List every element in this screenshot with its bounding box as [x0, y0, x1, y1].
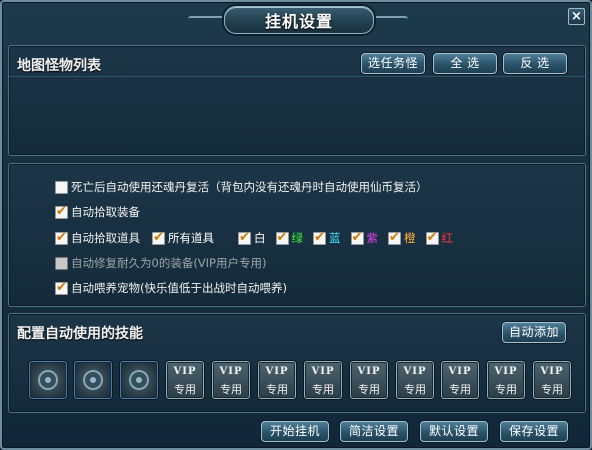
save-settings-button[interactable]: 保存设置	[500, 421, 568, 442]
close-icon: ×	[571, 9, 582, 24]
default-settings-button[interactable]: 默认设置	[420, 421, 488, 442]
pickup-equipment-checkbox[interactable]	[55, 204, 68, 219]
empty-slot-icon	[83, 370, 103, 390]
vip-slot-8: VIP 专用	[487, 361, 525, 399]
empty-slot-icon	[129, 370, 149, 390]
quality-white[interactable]: 白	[238, 230, 266, 246]
vip-slot-6: VIP 专用	[396, 361, 434, 399]
green-checkbox[interactable]	[275, 230, 289, 245]
vip-only-text: 专用	[266, 383, 288, 396]
vip-only-text: 专用	[449, 383, 471, 396]
option-row-auto-repair: 自动修复耐久为0的装备(VIP用户专用)	[55, 255, 266, 271]
title-ornament-right	[368, 16, 408, 22]
afk-settings-window: 挂机设置 × 地图怪物列表 选任务怪 全 选 反 选 死亡后自动使用还魂丹复活（…	[0, 0, 592, 450]
option-row-feed-pet[interactable]: 自动喂养宠物(快乐值低于出战时自动喂养)	[55, 280, 287, 296]
purple-checkbox[interactable]	[350, 230, 364, 245]
invert-selection-button[interactable]: 反 选	[503, 53, 567, 74]
skill-slot-3[interactable]	[120, 361, 158, 399]
start-afk-button[interactable]: 开始挂机	[261, 421, 329, 442]
vip-slot-7: VIP 专用	[441, 361, 479, 399]
all-items-label: 所有道具	[168, 231, 214, 245]
vip-only-text: 专用	[174, 383, 196, 396]
close-button[interactable]: ×	[568, 8, 585, 25]
vip-only-text: 专用	[312, 383, 334, 396]
blue-checkbox[interactable]	[313, 230, 326, 245]
simple-settings-button[interactable]: 简洁设置	[340, 421, 408, 442]
orange-checkbox[interactable]	[388, 230, 401, 245]
vip-text: VIP	[173, 366, 197, 377]
feed-pet-checkbox[interactable]	[55, 280, 68, 295]
white-label: 白	[254, 231, 266, 245]
window-title: 挂机设置	[264, 12, 333, 31]
pickup-equipment-label: 自动拾取装备	[71, 205, 140, 219]
white-checkbox[interactable]	[238, 230, 251, 245]
vip-only-text: 专用	[495, 383, 517, 396]
revive-checkbox[interactable]	[55, 180, 68, 194]
all-items-checkbox[interactable]	[152, 230, 165, 245]
vip-slot-1: VIP 专用	[166, 361, 204, 399]
vip-slot-4: VIP 专用	[304, 361, 342, 399]
auto-repair-label: 自动修复耐久为0的装备(VIP用户专用)	[71, 256, 267, 270]
select-quest-monster-button[interactable]: 选任务怪	[361, 53, 425, 74]
vip-text: VIP	[219, 366, 243, 377]
pickup-items-toggle[interactable]: 自动拾取道具	[55, 230, 140, 246]
pickup-items-checkbox[interactable]	[55, 230, 68, 245]
vip-text: VIP	[357, 366, 381, 377]
quality-purple[interactable]: 紫	[350, 230, 379, 246]
vip-only-text: 专用	[358, 383, 380, 396]
revive-label: 死亡后自动使用还魂丹复活（背包内没有还魂丹时自动使用仙币复活）	[71, 180, 428, 194]
green-label: 绿	[291, 231, 304, 245]
auto-repair-checkbox	[55, 256, 68, 270]
title-ornament-left	[188, 16, 228, 22]
vip-text: VIP	[311, 366, 335, 377]
red-checkbox[interactable]	[425, 230, 439, 245]
skills-title: 配置自动使用的技能	[17, 326, 143, 342]
vip-slot-9: VIP 专用	[533, 361, 571, 399]
monster-list-title: 地图怪物列表	[17, 58, 101, 74]
pickup-items-label: 自动拾取道具	[71, 231, 140, 245]
empty-slot-icon	[38, 370, 58, 390]
red-label: 红	[441, 231, 454, 245]
vip-text: VIP	[403, 366, 427, 377]
vip-slot-5: VIP 专用	[350, 361, 388, 399]
quality-blue[interactable]: 蓝	[313, 230, 341, 246]
monster-list-panel: 地图怪物列表 选任务怪 全 选 反 选	[8, 45, 586, 156]
option-row-pickup-items: 自动拾取道具 所有道具 白 绿 蓝 紫	[55, 230, 463, 246]
quality-orange[interactable]: 橙	[388, 230, 416, 246]
vip-text: VIP	[540, 366, 564, 377]
skill-slot-1[interactable]	[29, 361, 67, 399]
title-plate: 挂机设置	[224, 6, 374, 34]
options-panel: 死亡后自动使用还魂丹复活（背包内没有还魂丹时自动使用仙币复活） 自动拾取装备 自…	[8, 163, 586, 307]
purple-label: 紫	[366, 231, 379, 245]
vip-only-text: 专用	[404, 383, 426, 396]
skill-slot-2[interactable]	[74, 361, 112, 399]
vip-slot-2: VIP 专用	[212, 361, 250, 399]
blue-label: 蓝	[329, 231, 341, 245]
quality-red[interactable]: 红	[425, 230, 454, 246]
pickup-all-items[interactable]: 所有道具	[152, 230, 214, 246]
vip-text: VIP	[494, 366, 518, 377]
quality-green[interactable]: 绿	[275, 230, 304, 246]
orange-label: 橙	[404, 231, 416, 245]
skills-panel: 配置自动使用的技能 自动添加 VIP 专用 VIP 专用 VIP 专用 VIP 专用 V…	[8, 313, 586, 413]
option-row-pickup-equipment[interactable]: 自动拾取装备	[55, 204, 140, 220]
option-row-revive[interactable]: 死亡后自动使用还魂丹复活（背包内没有还魂丹时自动使用仙币复活）	[55, 179, 428, 195]
vip-only-text: 专用	[541, 383, 563, 396]
select-all-button[interactable]: 全 选	[433, 53, 497, 74]
auto-add-button[interactable]: 自动添加	[502, 322, 566, 343]
vip-only-text: 专用	[220, 383, 242, 396]
feed-pet-label: 自动喂养宠物(快乐值低于出战时自动喂养)	[71, 281, 287, 295]
vip-slot-3: VIP 专用	[258, 361, 296, 399]
vip-text: VIP	[448, 366, 472, 377]
panel-divider	[9, 76, 585, 77]
vip-text: VIP	[265, 366, 289, 377]
